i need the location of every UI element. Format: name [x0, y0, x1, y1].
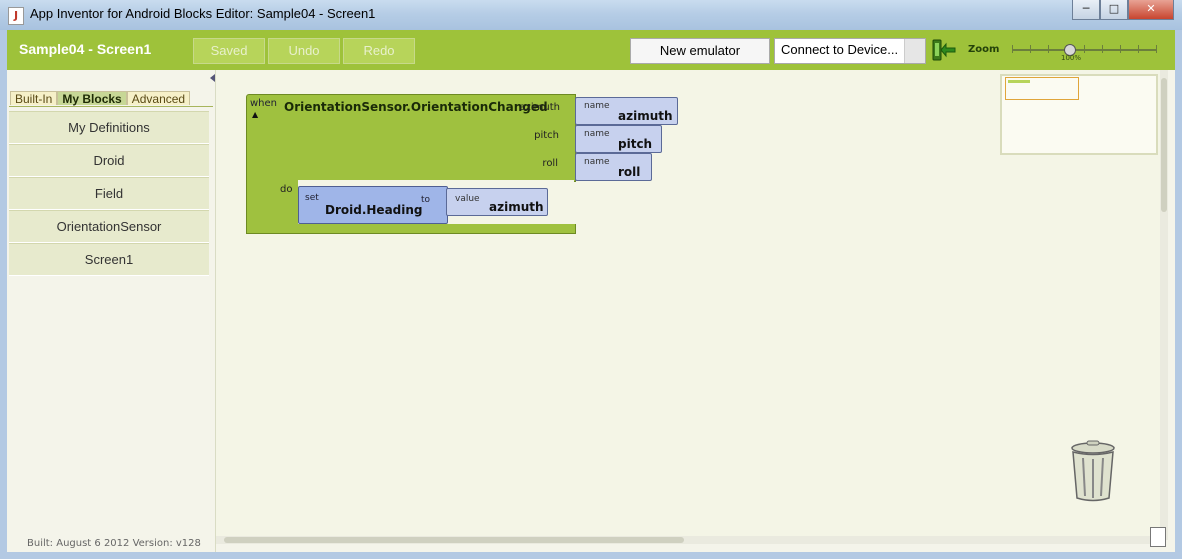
name-label: name [584, 101, 610, 111]
window-titlebar[interactable]: J App Inventor for Android Blocks Editor… [0, 0, 1182, 31]
resize-corner[interactable] [1150, 527, 1166, 547]
horizontal-scrollbar[interactable] [216, 536, 1160, 544]
connect-device-label: Connect to Device... [781, 42, 899, 57]
value-block[interactable]: value azimuth [446, 188, 548, 216]
name-block-azimuth[interactable]: name azimuth [575, 97, 678, 125]
toolbar: Sample04 - Screen1 Saved Undo Redo New e… [7, 30, 1175, 70]
drawer-my-definitions[interactable]: My Definitions [9, 111, 209, 144]
when-label: when [250, 98, 278, 109]
window-title: App Inventor for Android Blocks Editor: … [30, 6, 376, 21]
to-label: to [421, 195, 431, 205]
minimap-viewport[interactable] [1005, 77, 1079, 100]
window-frame-left [0, 30, 7, 559]
value-text: azimuth [489, 200, 544, 214]
param-label-pitch: pitch [534, 130, 559, 141]
minimize-button[interactable]: ─ [1072, 0, 1100, 20]
name-value: pitch [618, 137, 653, 151]
event-block-footer [246, 224, 576, 234]
drawer-tabs: Built-In My Blocks Advanced [10, 91, 191, 106]
close-button[interactable]: ✕ [1128, 0, 1174, 20]
java-app-icon: J [8, 7, 24, 25]
block-drawer-sidebar: Built-In My Blocks Advanced My Definitio… [7, 70, 216, 552]
project-title: Sample04 - Screen1 [19, 41, 152, 57]
tab-advanced[interactable]: Advanced [126, 91, 191, 106]
tab-built-in[interactable]: Built-In [10, 91, 58, 106]
set-label: set [305, 193, 319, 203]
name-block-pitch[interactable]: name pitch [575, 125, 662, 153]
name-block-roll[interactable]: name roll [575, 153, 652, 181]
chevron-down-icon[interactable] [904, 39, 925, 63]
undo-button[interactable]: Undo [268, 38, 340, 64]
vertical-scrollbar-thumb[interactable] [1161, 78, 1167, 212]
window-controls: ─ □ ✕ [1072, 0, 1174, 20]
connect-device-dropdown[interactable]: Connect to Device... [774, 38, 926, 64]
redo-button[interactable]: Redo [343, 38, 415, 64]
workspace-minimap[interactable] [1000, 74, 1158, 155]
name-value: azimuth [618, 109, 673, 123]
name-label: name [584, 129, 610, 139]
new-emulator-button[interactable]: New emulator [630, 38, 770, 64]
vertical-scrollbar[interactable] [1160, 70, 1168, 540]
window-frame-right [1175, 30, 1182, 559]
name-label: name [584, 157, 610, 167]
param-label-roll: roll [542, 158, 558, 169]
maximize-button[interactable]: □ [1100, 0, 1128, 20]
value-label: value [455, 194, 480, 204]
blocks-editor-window: J App Inventor for Android Blocks Editor… [0, 0, 1182, 559]
trash-can-icon[interactable] [1069, 440, 1117, 502]
collapse-triangle-icon[interactable]: ▲ [252, 110, 258, 119]
drawer-field[interactable]: Field [9, 177, 209, 210]
do-label: do [280, 184, 293, 195]
name-value: roll [618, 165, 641, 179]
saved-button[interactable]: Saved [193, 38, 265, 64]
build-info: Built: August 6 2012 Version: v128 [27, 538, 201, 549]
tab-my-blocks[interactable]: My Blocks [57, 91, 127, 106]
zoom-value: 100% [1061, 54, 1082, 62]
property-name: Droid.Heading [325, 203, 423, 217]
collapse-arrow-icon[interactable] [210, 74, 215, 82]
window-frame-bottom [0, 552, 1182, 559]
tab-underline [9, 106, 213, 107]
horizontal-scrollbar-thumb[interactable] [224, 537, 684, 543]
set-property-block[interactable]: set Droid.Heading to [298, 186, 448, 224]
drawer-droid[interactable]: Droid [9, 144, 209, 177]
phone-connect-icon[interactable] [931, 38, 957, 62]
param-label-azimuth: azimuth [519, 102, 561, 113]
drawer-screen1[interactable]: Screen1 [9, 243, 209, 276]
zoom-label: Zoom [968, 44, 1000, 55]
drawer-orientation-sensor[interactable]: OrientationSensor [9, 210, 209, 243]
